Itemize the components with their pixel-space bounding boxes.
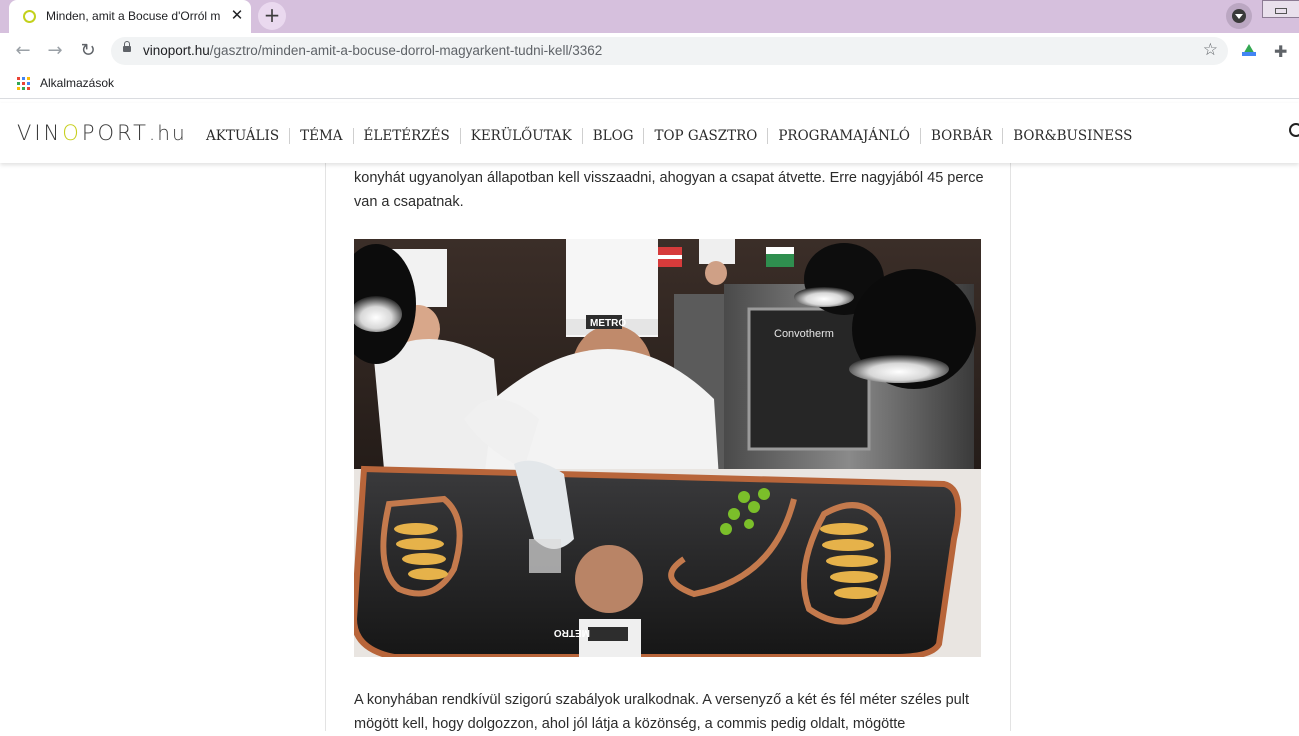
nav-blog[interactable]: BLOG	[581, 128, 644, 144]
forward-button[interactable]: →	[43, 39, 67, 63]
url-host: vinoport.hu	[143, 43, 210, 58]
photo-cap-metro-reflection: METRO	[554, 627, 590, 638]
browser-toolbar: ← → ↻ vinoport.hu/gasztro/minden-amit-a-…	[0, 33, 1299, 69]
search-icon[interactable]	[1289, 123, 1299, 137]
logo-text-post: PORT	[81, 121, 149, 145]
bookmark-star-icon[interactable]: ☆	[1203, 40, 1218, 60]
url-path: /gasztro/minden-amit-a-bocuse-dorrol-mag…	[209, 43, 603, 58]
nav-top-gasztro[interactable]: TOP GASZTRO	[643, 128, 767, 144]
address-bar[interactable]: vinoport.hu/gasztro/minden-amit-a-bocuse…	[111, 37, 1228, 65]
back-button[interactable]: ←	[11, 39, 35, 63]
main-nav: AKTUÁLIS TÉMA ÉLETÉRZÉS KERÜLŐUTAK BLOG TOP G…	[196, 125, 1142, 145]
chef-plating-photo: METRO Convotherm METRO	[354, 239, 981, 657]
nav-borbar[interactable]: BORBÁR	[919, 128, 1002, 144]
apps-grid-icon[interactable]	[17, 77, 31, 91]
tab-title: Minden, amit a Bocuse d'Orról m	[46, 9, 221, 23]
logo-tld: .hu	[148, 121, 187, 145]
nav-bor-business[interactable]: BOR&BUSINESS	[1002, 128, 1142, 144]
photo-cap-convotherm: Convotherm	[774, 328, 834, 340]
lock-icon	[123, 41, 131, 52]
new-tab-button[interactable]: +	[258, 2, 286, 30]
site-header: VINOPORT.hu AKTUÁLIS TÉMA ÉLETÉRZÉS KERÜLŐU…	[0, 103, 1299, 163]
nav-kerulout[interactable]: KERÜLŐUTAK	[459, 128, 582, 144]
reload-button[interactable]: ↻	[76, 39, 100, 63]
nav-tema[interactable]: TÉMA	[289, 128, 352, 144]
chevron-down-icon	[1232, 9, 1246, 23]
browser-tab[interactable]: Minden, amit a Bocuse d'Orról m ✕	[9, 0, 251, 33]
bookmark-apps[interactable]: Alkalmazások	[40, 76, 114, 90]
article-photo: METRO Convotherm METRO	[354, 239, 981, 657]
profile-menu-button[interactable]	[1226, 3, 1252, 29]
close-tab-icon[interactable]: ✕	[228, 6, 246, 24]
nav-programajanlo[interactable]: PROGRAMAJÁNLÓ	[767, 128, 920, 144]
google-drive-extension-icon[interactable]	[1242, 44, 1256, 56]
minimize-window-button[interactable]	[1262, 0, 1299, 18]
bookmarks-bar: Alkalmazások	[0, 69, 1299, 99]
article-paragraph-bottom: A konyhában rendkívül szigorú szabályok …	[354, 692, 969, 732]
logo-text-pre: VIN	[17, 121, 63, 145]
site-logo[interactable]: VINOPORT.hu	[17, 121, 187, 145]
url-text[interactable]: vinoport.hu/gasztro/minden-amit-a-bocuse…	[143, 43, 602, 58]
tab-strip: Minden, amit a Bocuse d'Orról m ✕ +	[0, 0, 1299, 33]
logo-accent: O	[62, 121, 82, 145]
nav-aktualis[interactable]: AKTUÁLIS	[196, 128, 289, 144]
favicon-icon	[23, 10, 36, 23]
nav-eleterzes[interactable]: ÉLETÉRZÉS	[352, 128, 460, 144]
photo-cap-metro: METRO	[590, 318, 626, 329]
article-paragraph-top: konyhát ugyanolyan állapotban kell vissz…	[354, 170, 984, 210]
extensions-puzzle-icon[interactable]: ✚	[1274, 42, 1287, 61]
